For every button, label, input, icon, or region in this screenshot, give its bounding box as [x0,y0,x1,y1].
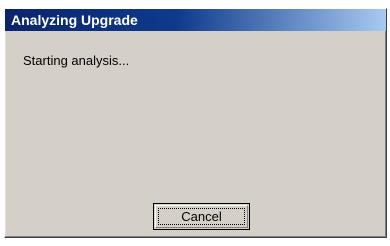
cancel-button-label: Cancel [181,209,222,224]
title-bar[interactable]: Analyzing Upgrade [5,9,386,31]
analyzing-upgrade-dialog: Analyzing Upgrade Starting analysis... C… [4,8,387,238]
cancel-button[interactable]: Cancel [153,203,250,230]
window-title: Analyzing Upgrade [11,12,138,28]
status-message: Starting analysis... [23,53,130,68]
